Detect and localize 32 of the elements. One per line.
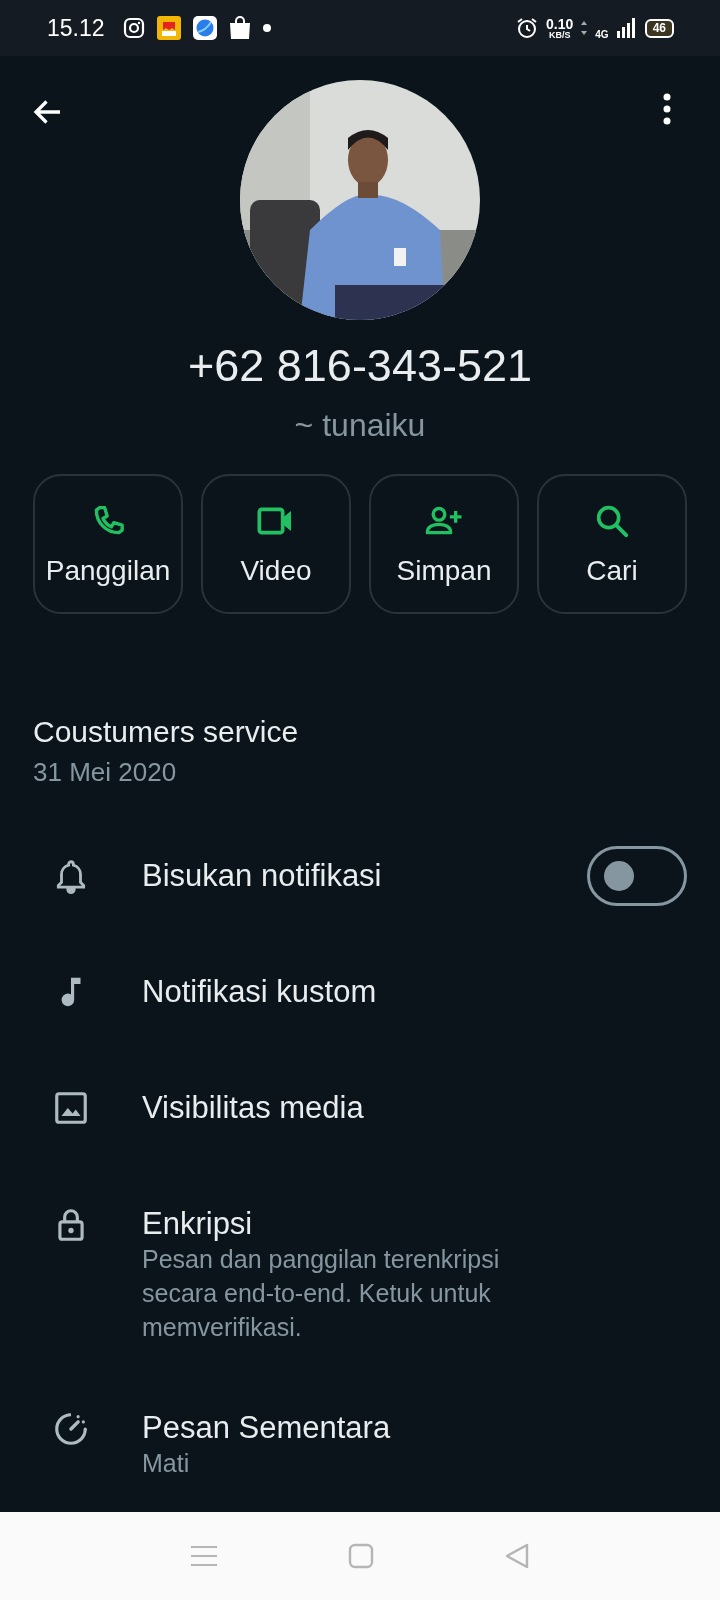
action-button[interactable]: Video — [201, 474, 351, 614]
data-arrows-icon — [581, 21, 588, 35]
more-options-icon[interactable] — [662, 92, 672, 126]
about-date: 31 Mei 2020 — [33, 756, 178, 788]
setting-label: Pesan Sementara — [142, 1410, 392, 1446]
signal-icon — [616, 18, 637, 38]
setting-description: Pesan dan panggilan terenkripsi secara end-to-end. Ketuk untuk memverifikasi. — [142, 1244, 501, 1343]
alarm-clock-icon — [516, 17, 539, 39]
setting-label: Visibilitas media — [142, 1090, 365, 1126]
data-speed: 0.10 — [546, 16, 574, 31]
network-type: 4G — [595, 28, 609, 40]
setting-label: Notifikasi kustom — [142, 974, 378, 1010]
image-icon — [52, 1089, 90, 1127]
setting-label: Enkripsi — [142, 1206, 254, 1242]
shopping-bag-icon — [228, 16, 251, 40]
timer-icon — [52, 1410, 90, 1448]
dot-icon — [262, 24, 271, 32]
setting-label: Bisukan notifikasi — [142, 858, 383, 894]
action-button[interactable]: Cari — [537, 474, 687, 614]
about-text: Coustumers service — [33, 714, 300, 750]
app-icon — [192, 16, 217, 40]
action-button[interactable]: Simpan — [369, 474, 519, 614]
contact-phone-number: +62 816-343-521 — [187, 340, 533, 392]
clock: 15.12 — [47, 14, 105, 42]
data-speed-unit: KB/S — [548, 30, 571, 40]
action-button[interactable]: Panggilan — [33, 474, 183, 614]
battery-indicator: 46 — [644, 18, 674, 38]
toggle-switch[interactable] — [587, 846, 687, 906]
contact-push-name: ~ tunaiku — [294, 406, 426, 444]
camera-icon — [122, 17, 145, 39]
setting-description: Mati — [142, 1448, 191, 1479]
app-icon — [156, 16, 181, 40]
